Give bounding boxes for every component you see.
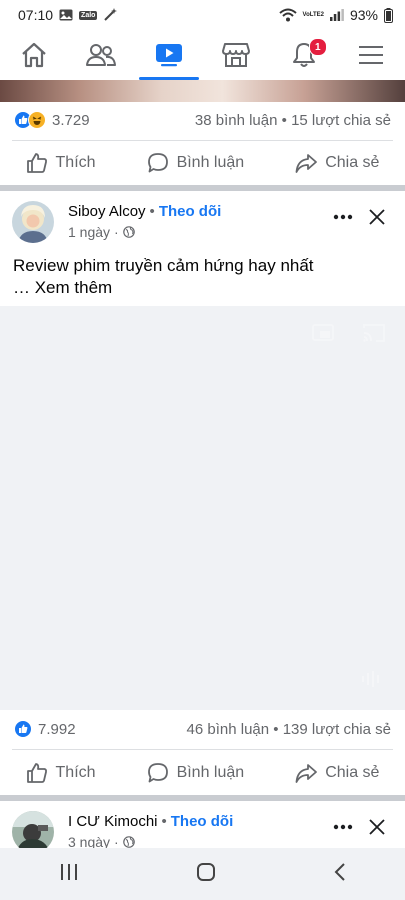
volume-icon[interactable] [360, 668, 382, 690]
avatar[interactable] [12, 201, 54, 243]
nav-menu[interactable] [341, 30, 401, 80]
post-text: Review phim truyền cảm hứng hay nhất … X… [13, 255, 393, 299]
previous-post-reactions: 3.729 38 bình luận • 15 lượt chia sẻ [0, 102, 405, 138]
comment-label: Bình luận [176, 764, 245, 781]
more-options-button[interactable] [331, 207, 355, 227]
zalo-icon: Zalo [79, 10, 98, 20]
nav-watch[interactable] [138, 30, 199, 80]
video-player[interactable] [0, 306, 405, 710]
previous-post-media[interactable] [0, 80, 405, 102]
like-label: Thích [55, 764, 96, 781]
author-name[interactable]: I CƯ Kimochi [68, 813, 158, 830]
like-button[interactable]: Thích [26, 152, 96, 174]
home-button-icon [196, 862, 215, 881]
battery-icon [384, 7, 393, 23]
wifi-icon [278, 8, 297, 22]
comment-icon [147, 153, 168, 173]
signal-icon [329, 9, 344, 21]
back-icon [334, 862, 345, 881]
close-button[interactable] [365, 205, 389, 229]
share-label: Chia sẻ [325, 764, 380, 781]
picture-in-picture-icon[interactable] [312, 322, 334, 344]
post-separator [0, 795, 405, 801]
back-button[interactable] [333, 862, 347, 887]
dot-separator: • [149, 203, 155, 220]
post-separator [0, 185, 405, 191]
nav-home[interactable] [4, 30, 64, 80]
globe-icon [122, 226, 135, 238]
post-caption: Review phim truyền cảm hứng hay nhất [13, 256, 314, 275]
share-count[interactable]: 15 lượt chia sẻ [291, 112, 391, 129]
follow-button[interactable]: Theo dõi [171, 813, 234, 830]
share-icon [295, 764, 318, 783]
notification-badge: 1 [308, 38, 327, 56]
dot-separator: • [273, 720, 279, 738]
post-header: Siboy Alcoy • Theo dõi 1 ngày · [0, 201, 405, 251]
status-bar: 07:10 Zalo VoLTE2 93% [0, 0, 405, 30]
avatar[interactable] [12, 811, 54, 853]
watch-icon [155, 44, 182, 67]
reaction-count[interactable]: 7.992 [38, 721, 76, 738]
share-count[interactable]: 139 lượt chia sẻ [283, 721, 391, 738]
comment-count[interactable]: 38 bình luận [195, 112, 278, 129]
cast-icon[interactable] [362, 322, 386, 344]
like-reaction-icon [14, 720, 32, 738]
author-name[interactable]: Siboy Alcoy [68, 203, 146, 220]
home-icon [22, 42, 46, 68]
close-button[interactable] [365, 815, 389, 839]
dot-separator: • [281, 111, 287, 129]
more-icon [333, 824, 353, 830]
close-icon [369, 819, 385, 835]
volte-icon: VoLTE2 [302, 12, 324, 18]
share-label: Chia sẻ [325, 154, 380, 171]
post-reactions: 7.992 46 bình luận • 139 lượt chia sẻ [0, 711, 405, 747]
reaction-count[interactable]: 3.729 [52, 112, 90, 129]
follow-button[interactable]: Theo dõi [159, 203, 222, 220]
close-icon [369, 209, 385, 225]
gallery-icon [59, 9, 73, 21]
nav-marketplace[interactable] [206, 30, 266, 80]
globe-icon [122, 836, 135, 848]
home-button[interactable] [196, 862, 216, 887]
comment-button[interactable]: Bình luận [147, 762, 245, 784]
comment-count[interactable]: 46 bình luận [187, 721, 270, 738]
reaction-icons[interactable] [14, 720, 32, 738]
reaction-icons[interactable] [14, 111, 46, 129]
magic-wand-icon [103, 8, 118, 22]
like-button[interactable]: Thích [26, 762, 96, 784]
comment-button[interactable]: Bình luận [147, 152, 245, 174]
dot-separator: · [114, 224, 119, 240]
post-time[interactable]: 1 ngày [68, 224, 110, 240]
marketplace-icon [222, 43, 251, 67]
dot-separator: • [161, 813, 167, 830]
post-actions: Thích Bình luận Chia sẻ [0, 751, 405, 795]
thumbs-up-icon [26, 763, 47, 783]
comment-icon [147, 763, 168, 783]
nav-notifications[interactable]: 1 [274, 30, 334, 80]
share-icon [295, 154, 318, 173]
more-options-button[interactable] [331, 817, 355, 837]
divider [12, 749, 393, 750]
recents-button[interactable] [59, 863, 79, 886]
haha-reaction-icon [28, 111, 46, 129]
recents-icon [60, 863, 77, 880]
share-button[interactable]: Chia sẻ [295, 152, 379, 174]
share-button[interactable]: Chia sẻ [295, 762, 379, 784]
menu-icon [359, 46, 384, 64]
top-nav: 1 [0, 30, 405, 80]
previous-post-actions: Thích Bình luận Chia sẻ [0, 141, 405, 185]
friends-icon [86, 44, 117, 66]
thumbs-up-icon [26, 153, 47, 173]
system-navigation-bar [0, 848, 405, 900]
nav-friends[interactable] [71, 30, 131, 80]
more-icon [333, 214, 353, 220]
see-more-link[interactable]: … Xem thêm [13, 277, 393, 299]
battery-percent: 93% [349, 7, 378, 23]
like-label: Thích [55, 154, 96, 171]
clock: 07:10 [18, 7, 54, 23]
comment-label: Bình luận [176, 154, 245, 171]
